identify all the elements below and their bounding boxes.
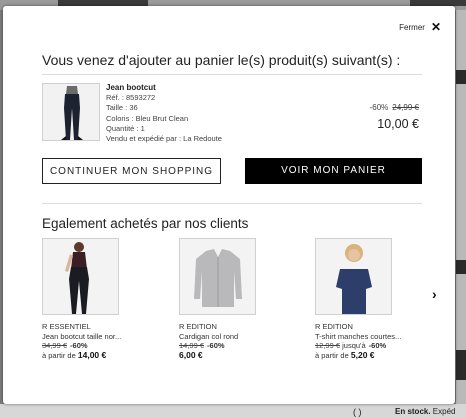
recommendations-title: Egalement achetés par nos clients: [42, 216, 249, 231]
recommendation-image[interactable]: [179, 238, 256, 315]
background-block: [456, 70, 466, 84]
product-old-price-row: -60% 24,99 €: [370, 103, 419, 112]
divider: [42, 74, 422, 75]
recommendation-name[interactable]: Jean bootcut taille nor...: [42, 332, 154, 342]
recommendation-final-price: 6,00 €: [179, 349, 203, 360]
background-block: [456, 350, 466, 380]
product-image: [42, 83, 100, 141]
product-name: Jean bootcut: [106, 83, 156, 92]
recommendation-item[interactable]: R ESSENTIEL Jean bootcut taille nor... 3…: [42, 238, 154, 360]
chevron-right-icon[interactable]: ›: [432, 286, 437, 302]
close-button[interactable]: Fermer ✕: [399, 20, 441, 34]
modal-headline: Vous venez d'ajouter au panier le(s) pro…: [42, 52, 401, 68]
close-label: Fermer: [399, 22, 425, 32]
product-size: Taille : 36: [106, 103, 138, 113]
recommendation-item[interactable]: R EDITION T-shirt manches courtes... 12,…: [315, 238, 427, 360]
recommendation-image[interactable]: [42, 238, 119, 315]
recommendation-name[interactable]: T-shirt manches courtes...: [315, 332, 427, 342]
recommendation-item[interactable]: R EDITION Cardigan col rond 14,99 € -60% …: [179, 238, 291, 360]
recommendation-name[interactable]: Cardigan col rond: [179, 332, 291, 342]
product-new-price: 10,00 €: [377, 117, 419, 131]
background-page-bottom: ( ) En stock. Expéd: [0, 404, 466, 418]
product-seller: Vendu et expédié par : La Redoute: [106, 134, 222, 144]
recommendation-brand: R EDITION: [179, 322, 217, 331]
product-color: Coloris : Bleu Brut Clean: [106, 113, 189, 123]
product-old-price: 24,99 €: [392, 103, 419, 112]
view-cart-button[interactable]: VOIR MON PANIER: [245, 158, 422, 184]
recommendation-final-price: à partir de 5,20 €: [315, 349, 375, 360]
recommendation-final-price: à partir de 14,00 €: [42, 349, 107, 360]
continue-shopping-button[interactable]: CONTINUER MON SHOPPING: [42, 158, 221, 184]
product-details: Jean bootcut Réf. : 8593272 Taille : 36 …: [106, 83, 222, 144]
recommendation-brand: R ESSENTIEL: [42, 322, 91, 331]
background-block: [456, 260, 466, 274]
background-stock-text: En stock. Expéd: [395, 407, 456, 416]
product-price: -60% 24,99 € 10,00 €: [370, 103, 419, 131]
product-discount: -60%: [369, 103, 389, 112]
add-to-cart-modal: Fermer ✕ Vous venez d'ajouter au panier …: [3, 6, 455, 404]
divider: [42, 203, 422, 204]
recommendation-image[interactable]: [315, 238, 392, 315]
recommendation-brand: R EDITION: [315, 322, 353, 331]
product-ref: Réf. : 8593272: [106, 93, 156, 103]
product-quantity: Quantité : 1: [106, 123, 145, 133]
background-paren: ( ): [353, 407, 362, 417]
background-page-right: [456, 10, 466, 418]
close-icon: ✕: [430, 20, 441, 34]
